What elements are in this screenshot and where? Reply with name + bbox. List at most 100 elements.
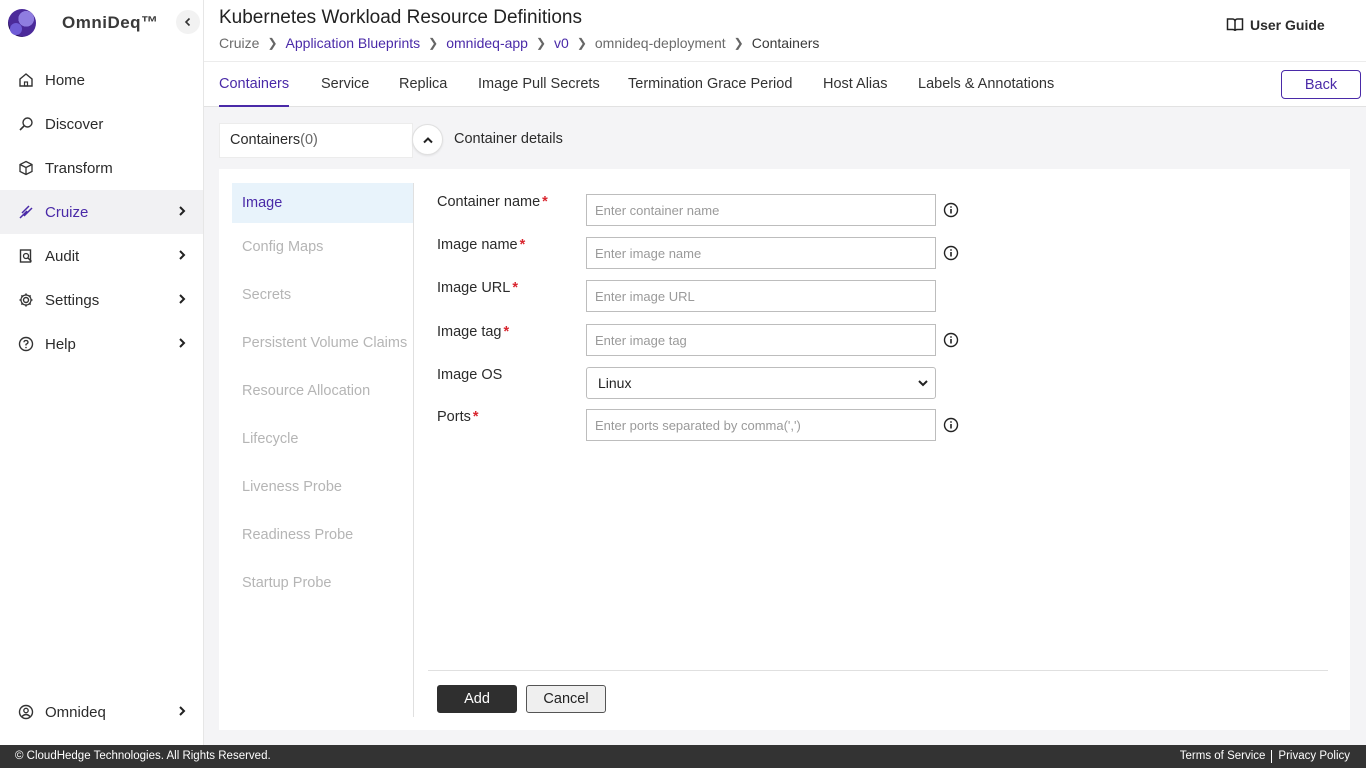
copyright-text: © CloudHedge Technologies. All Rights Re…	[15, 750, 271, 762]
chevron-up-icon	[422, 136, 433, 143]
info-icon[interactable]	[943, 245, 959, 261]
info-icon[interactable]	[943, 332, 959, 348]
sidebar-item-label: Settings	[45, 291, 100, 309]
discover-icon	[17, 115, 35, 133]
breadcrumb-separator-icon: ❯	[576, 36, 587, 50]
sidebar-item-settings[interactable]: Settings	[0, 278, 203, 322]
user-guide-link[interactable]: User Guide	[1226, 17, 1325, 33]
container-details-title: Container details	[454, 131, 563, 147]
ports-input[interactable]	[586, 409, 936, 441]
sidebar-item-audit[interactable]: Audit	[0, 234, 203, 278]
breadcrumb-separator-icon: ❯	[535, 36, 547, 50]
footer: © CloudHedge Technologies. All Rights Re…	[0, 745, 1366, 768]
chevron-right-icon	[179, 338, 186, 348]
subnav-item-liveness-probe[interactable]: Liveness Probe	[232, 463, 413, 511]
add-button[interactable]: Add	[437, 685, 517, 713]
omnideq-logo	[8, 9, 36, 37]
collapse-containers-button[interactable]	[412, 124, 443, 155]
sidebar-item-label: Audit	[45, 247, 80, 265]
container-name-row: Container name *	[437, 194, 977, 226]
info-icon[interactable]	[943, 417, 959, 433]
user-guide-label: User Guide	[1250, 17, 1325, 33]
chevron-right-icon	[179, 206, 186, 216]
subnav-item-readiness-probe[interactable]: Readiness Probe	[232, 511, 413, 559]
info-icon[interactable]	[943, 202, 959, 218]
page-title: Kubernetes Workload Resource Definitions	[219, 7, 582, 28]
tab-service[interactable]: Service	[321, 76, 369, 92]
container-name-label: Container name *	[437, 194, 548, 210]
sidebar-item-transform[interactable]: Transform	[0, 146, 203, 190]
sidebar-item-label: Cruize	[45, 203, 89, 221]
back-button[interactable]: Back	[1281, 70, 1361, 99]
audit-icon	[17, 247, 35, 265]
tab-image-pull-secrets[interactable]: Image Pull Secrets	[478, 76, 600, 92]
ports-row: Ports *	[437, 409, 977, 441]
breadcrumb-application-blueprints[interactable]: Application Blueprints	[286, 35, 421, 51]
brand: OmniDeq™	[8, 9, 159, 37]
collapse-sidebar-button[interactable]	[176, 10, 200, 34]
image-tag-label: Image tag *	[437, 324, 510, 340]
user-icon	[17, 703, 35, 721]
sidebar: OmniDeq™ Home Discover Transform Cruize …	[0, 0, 204, 745]
cruize-icon	[17, 203, 35, 221]
cube-icon	[17, 159, 35, 177]
footer-links: Terms of Service Privacy Policy	[1180, 750, 1350, 763]
sidebar-item-home[interactable]: Home	[0, 58, 203, 102]
tabs-bar: Containers Service Replica Image Pull Se…	[204, 61, 1366, 107]
subnav-item-lifecycle[interactable]: Lifecycle	[232, 415, 413, 463]
breadcrumb-deployment[interactable]: omnideq-deployment	[595, 35, 726, 51]
sidebar-item-label: Transform	[45, 159, 113, 177]
breadcrumb-cruize[interactable]: Cruize	[219, 35, 259, 51]
subnav-item-resource-allocation[interactable]: Resource Allocation	[232, 367, 413, 415]
breadcrumb-version[interactable]: v0	[554, 35, 569, 51]
brand-name: OmniDeq™	[62, 13, 159, 32]
main-content: Containers(0) Container details Image Co…	[204, 107, 1366, 745]
chevron-down-icon	[918, 380, 928, 387]
breadcrumb-app[interactable]: omnideq-app	[446, 35, 528, 51]
containers-count: (0)	[300, 132, 318, 148]
subnav-item-persistent-volume-claims[interactable]: Persistent Volume Claims	[232, 319, 413, 367]
tab-replica[interactable]: Replica	[399, 76, 447, 92]
image-os-row: Image OS Linux	[437, 367, 977, 399]
breadcrumb: Cruize ❯ Application Blueprints ❯ omnide…	[219, 35, 819, 51]
terms-link[interactable]: Terms of Service	[1180, 750, 1266, 763]
chevron-right-icon	[179, 250, 186, 260]
form-divider	[428, 670, 1328, 671]
tab-termination-grace-period[interactable]: Termination Grace Period	[628, 76, 792, 92]
sidebar-item-label: Help	[45, 335, 76, 353]
image-url-label: Image URL *	[437, 280, 518, 296]
subnav-item-startup-probe[interactable]: Startup Probe	[232, 559, 413, 607]
sidebar-item-cruize[interactable]: Cruize	[0, 190, 203, 234]
subnav-item-image[interactable]: Image	[232, 183, 413, 223]
gear-icon	[17, 291, 35, 309]
home-icon	[17, 71, 35, 89]
subnav-item-secrets[interactable]: Secrets	[232, 271, 413, 319]
sidebar-item-user[interactable]: Omnideq	[0, 690, 203, 734]
image-os-value: Linux	[598, 375, 632, 391]
image-os-select[interactable]: Linux	[586, 367, 936, 399]
chevron-right-icon	[179, 706, 186, 716]
container-form-card: Image Config Maps Secrets Persistent Vol…	[219, 169, 1350, 730]
container-name-input[interactable]	[586, 194, 936, 226]
privacy-link[interactable]: Privacy Policy	[1278, 750, 1350, 763]
image-os-label: Image OS	[437, 367, 503, 383]
ports-label: Ports *	[437, 409, 479, 425]
chevron-left-icon	[184, 17, 191, 27]
image-name-input[interactable]	[586, 237, 936, 269]
tab-containers[interactable]: Containers	[219, 76, 290, 107]
image-url-row: Image URL *	[437, 280, 977, 312]
sidebar-item-discover[interactable]: Discover	[0, 102, 203, 146]
breadcrumb-separator-icon: ❯	[428, 36, 439, 50]
chevron-right-icon	[179, 294, 186, 304]
tab-host-alias[interactable]: Host Alias	[823, 76, 887, 92]
cancel-button[interactable]: Cancel	[526, 685, 606, 713]
tab-labels-annotations[interactable]: Labels & Annotations	[918, 76, 1054, 92]
book-icon	[1226, 18, 1244, 32]
subnav-item-config-maps[interactable]: Config Maps	[232, 223, 413, 271]
breadcrumb-separator-icon: ❯	[267, 36, 278, 50]
containers-summary: Containers(0)	[219, 123, 413, 158]
container-subnav: Image Config Maps Secrets Persistent Vol…	[232, 183, 414, 717]
sidebar-item-help[interactable]: Help	[0, 322, 203, 366]
image-tag-input[interactable]	[586, 324, 936, 356]
image-url-input[interactable]	[586, 280, 936, 312]
